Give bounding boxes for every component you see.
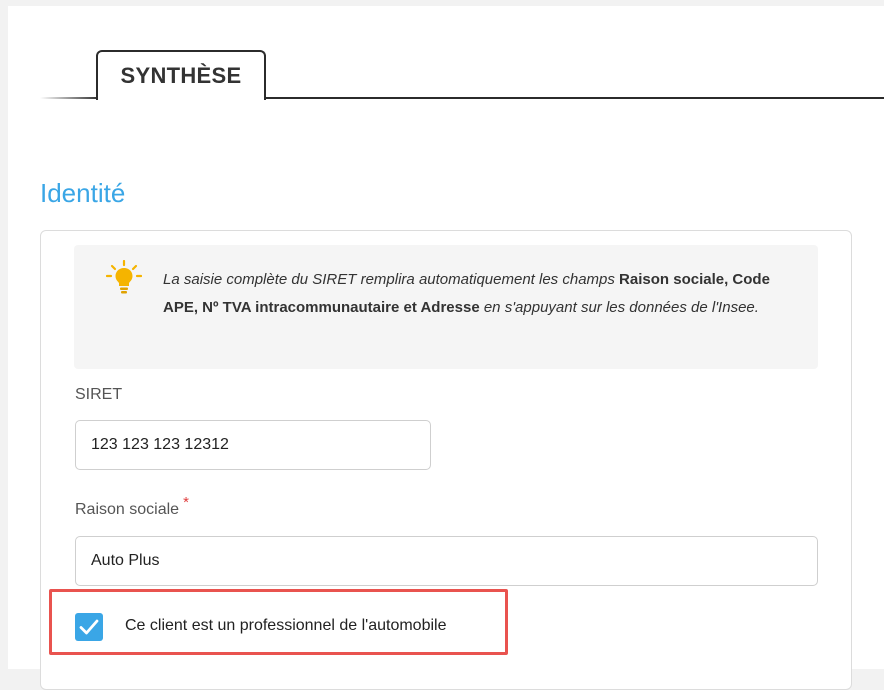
tab-bar-underline-fade (40, 97, 100, 99)
required-asterisk: * (183, 494, 189, 511)
raison-sociale-input[interactable] (75, 536, 818, 586)
siret-label: SIRET (75, 386, 123, 403)
lightbulb-icon (105, 259, 143, 296)
info-text-part2: en s'appuyant sur les données de l'Insee… (479, 299, 759, 316)
info-text: La saisie complète du SIRET remplira aut… (163, 266, 803, 322)
pro-auto-checkbox[interactable] (75, 613, 103, 641)
tab-synthese[interactable]: SYNTHÈSE (96, 50, 266, 100)
section-title-identite: Identité (40, 178, 126, 208)
tab-synthese-label: SYNTHÈSE (120, 63, 242, 88)
info-text-part1: La saisie complète du SIRET remplira aut… (163, 271, 620, 288)
checkmark-icon (79, 619, 99, 635)
siret-input[interactable] (75, 420, 431, 470)
raison-sociale-label: Raison sociale (75, 501, 180, 518)
raison-sociale-label-row: Raison sociale * (75, 494, 189, 519)
pro-auto-checkbox-label[interactable]: Ce client est un professionnel de l'auto… (125, 617, 446, 635)
